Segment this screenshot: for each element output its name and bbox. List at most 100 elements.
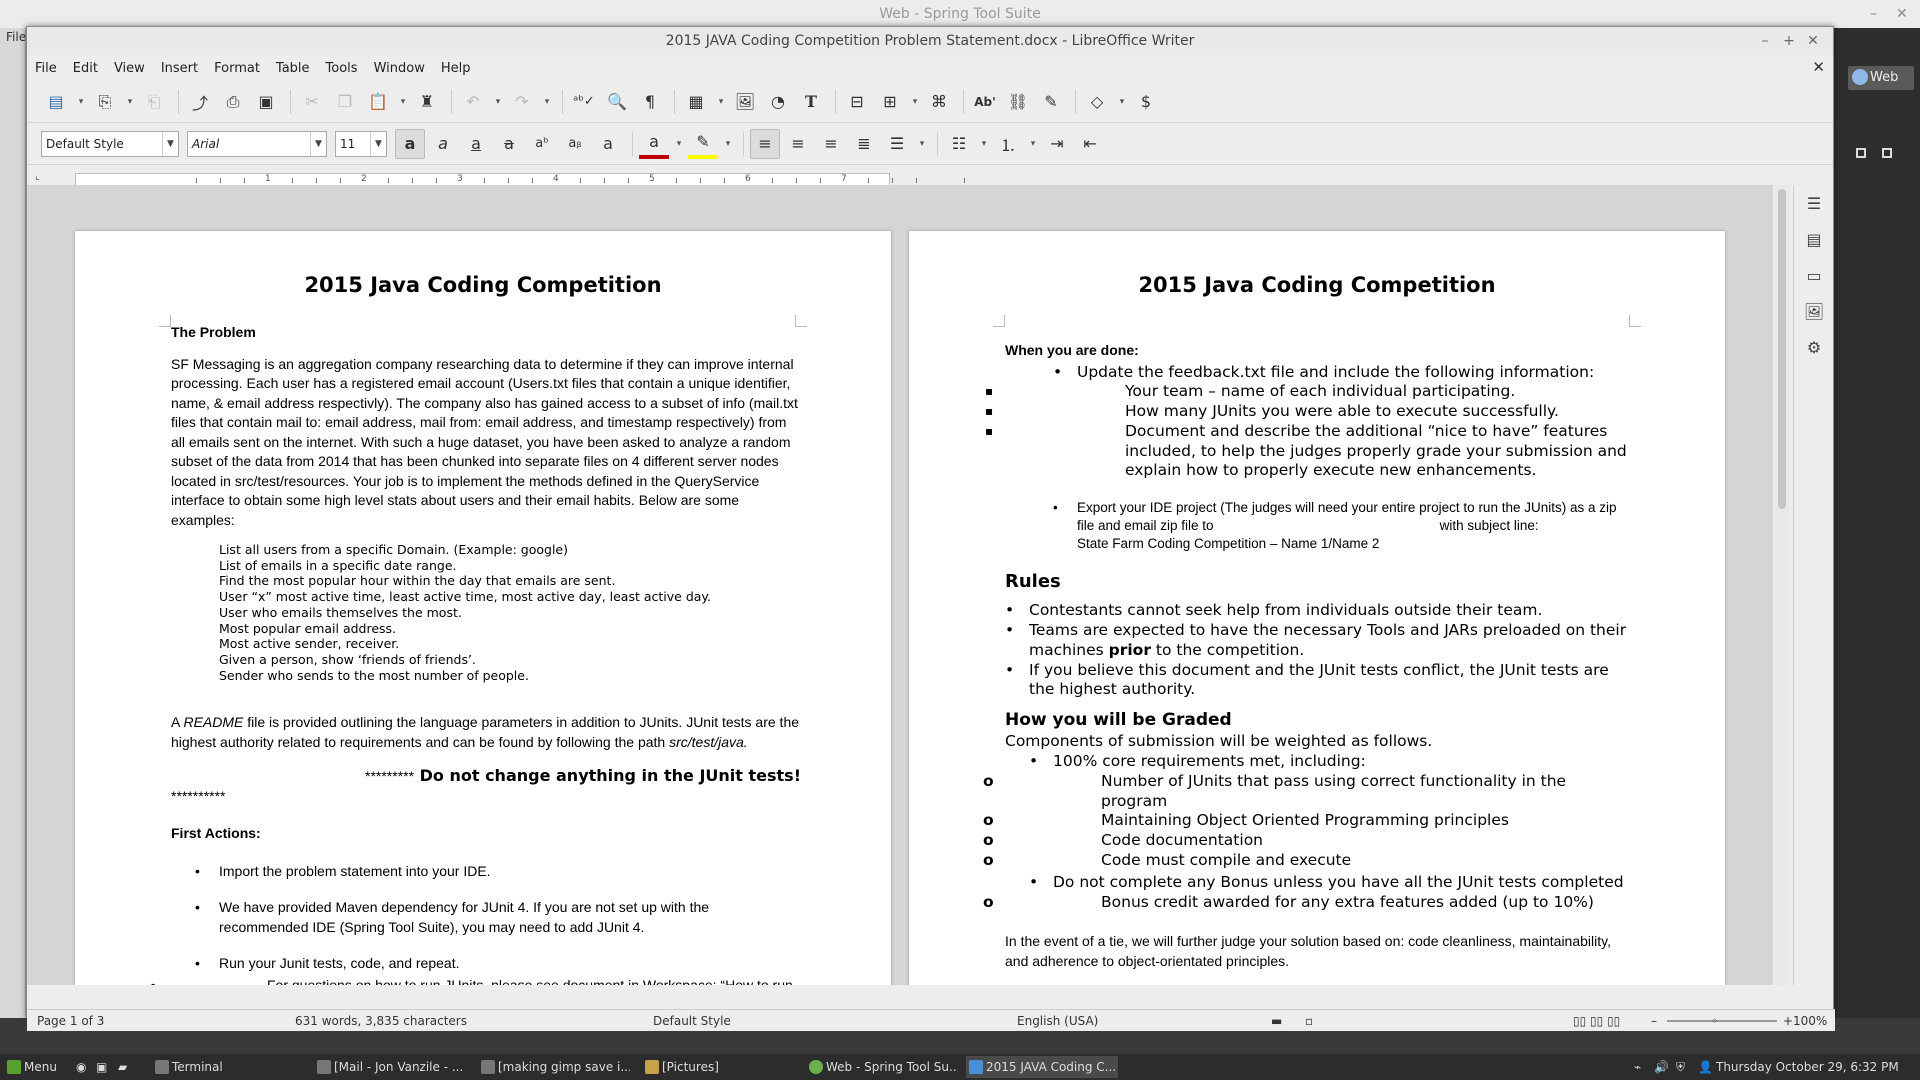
clone-icon[interactable]: ♜ xyxy=(412,87,442,117)
menu-help[interactable]: Help xyxy=(441,61,471,76)
undo-dropdown-icon[interactable]: ▾ xyxy=(491,87,505,117)
numbering-icon[interactable]: ⒈ xyxy=(993,129,1023,159)
taskbar-item-sts[interactable]: Web - Spring Tool Su... xyxy=(806,1056,958,1078)
zoom-out-icon[interactable]: – xyxy=(1651,1014,1657,1028)
web-perspective-button[interactable]: Web xyxy=(1848,66,1914,90)
find-icon[interactable]: 🔍 xyxy=(602,87,632,117)
clock[interactable]: Thursday October 29, 6:32 PM xyxy=(1716,1056,1916,1078)
font-color-icon[interactable]: a xyxy=(639,129,669,159)
new-icon[interactable]: ▤ xyxy=(41,87,71,117)
bg-maximize-view-icon[interactable] xyxy=(1882,148,1892,158)
shapes-icon[interactable]: ◇ xyxy=(1082,87,1112,117)
formatting-marks-icon[interactable]: ¶ xyxy=(635,87,665,117)
zoom-slider[interactable] xyxy=(1667,1020,1777,1022)
bg-close-icon[interactable]: ✕ xyxy=(1896,0,1908,28)
view-layout-icons[interactable]: ▯▯ ▯▯ ▯▯ xyxy=(1573,1014,1620,1028)
table-dropdown-icon[interactable]: ▾ xyxy=(714,87,728,117)
undo-icon[interactable]: ↶ xyxy=(458,87,488,117)
page-style[interactable]: Default Style xyxy=(653,1014,731,1028)
user-icon[interactable]: 👤 xyxy=(1698,1056,1718,1078)
field-dropdown-icon[interactable]: ▾ xyxy=(908,87,922,117)
export-pdf-icon[interactable]: ⤴ xyxy=(185,87,215,117)
justify-icon[interactable]: ≣ xyxy=(849,129,879,159)
align-left-icon[interactable]: ≡ xyxy=(750,128,780,159)
properties-icon[interactable]: ▤ xyxy=(1794,221,1834,257)
menu-view[interactable]: View xyxy=(114,61,145,76)
close-icon[interactable]: ✕ xyxy=(1803,27,1823,55)
bold-icon[interactable]: a xyxy=(395,128,425,159)
paragraph-style-combo[interactable]: Default Style ▼ xyxy=(41,130,179,157)
font-color-dropdown-icon[interactable]: ▾ xyxy=(672,129,686,159)
language[interactable]: English (USA) xyxy=(1017,1014,1098,1028)
zoom-level[interactable]: 100% xyxy=(1793,1014,1827,1028)
copy-icon[interactable]: ❐ xyxy=(330,87,360,117)
bg-minimize-view-icon[interactable] xyxy=(1856,148,1866,158)
menu-window[interactable]: Window xyxy=(374,61,425,76)
chart-icon[interactable]: ◔ xyxy=(763,87,793,117)
decrease-indent-icon[interactable]: ⇤ xyxy=(1075,129,1105,159)
taskbar-item-gimp[interactable]: [making gimp save i... xyxy=(478,1056,630,1078)
hyperlink-icon[interactable]: ⛓ xyxy=(1003,87,1033,117)
shadow-icon[interactable]: a xyxy=(593,129,623,159)
bullets-icon[interactable]: ☷ xyxy=(944,129,974,159)
highlight-dropdown-icon[interactable]: ▾ xyxy=(721,129,735,159)
special-char-icon[interactable]: ⌘ xyxy=(924,87,954,117)
scroll-thumb[interactable] xyxy=(1778,189,1786,509)
open-icon[interactable]: ⎘ xyxy=(90,87,120,117)
table-icon[interactable]: ▦ xyxy=(681,87,711,117)
font-name-combo[interactable]: Arial ▼ xyxy=(187,130,327,157)
navigator-icon[interactable]: ⚙ xyxy=(1794,329,1834,365)
numbering-dropdown-icon[interactable]: ▾ xyxy=(1026,129,1040,159)
textbox-icon[interactable]: T xyxy=(796,87,826,117)
page-break-icon[interactable]: ⊟ xyxy=(842,87,872,117)
page-1[interactable]: 2015 Java Coding Competition The Problem… xyxy=(75,231,891,985)
firefox-icon[interactable]: ◉ xyxy=(76,1056,96,1078)
selection-mode-icon[interactable]: ▬ xyxy=(1271,1014,1282,1028)
taskbar-item-writer[interactable]: 2015 JAVA Coding C... xyxy=(966,1056,1118,1078)
shapes-dropdown-icon[interactable]: ▾ xyxy=(1115,87,1129,117)
taskbar-item-terminal[interactable]: Terminal xyxy=(152,1056,304,1078)
menu-format[interactable]: Format xyxy=(214,61,260,76)
redo-icon[interactable]: ↷ xyxy=(507,87,537,117)
paste-dropdown-icon[interactable]: ▾ xyxy=(396,87,410,117)
print-preview-icon[interactable]: ▣ xyxy=(251,87,281,117)
page1-body[interactable]: The Problem SF Messaging is an aggregati… xyxy=(171,323,801,985)
redo-dropdown-icon[interactable]: ▾ xyxy=(540,87,554,117)
cut-icon[interactable]: ✂ xyxy=(297,87,327,117)
taskbar-item-pictures[interactable]: [Pictures] xyxy=(642,1056,794,1078)
volume-icon[interactable]: 🔊 xyxy=(1654,1056,1674,1078)
shield-icon[interactable]: ⛨ xyxy=(1676,1056,1696,1078)
word-count[interactable]: 631 words, 3,835 characters xyxy=(295,1014,467,1028)
styles-icon[interactable]: ▭ xyxy=(1794,257,1834,293)
chevron-down-icon[interactable]: ▼ xyxy=(310,131,326,156)
terminal-launcher-icon[interactable]: ▣ xyxy=(96,1056,116,1078)
superscript-icon[interactable]: aᵇ xyxy=(527,129,557,159)
vertical-scrollbar[interactable] xyxy=(1775,185,1789,985)
underline-icon[interactable]: a xyxy=(461,129,491,159)
start-menu-button[interactable]: Menu xyxy=(4,1056,68,1078)
align-right-icon[interactable]: ≡ xyxy=(816,129,846,159)
menu-file[interactable]: File xyxy=(35,61,57,76)
autocorrect-icon[interactable]: Ab' xyxy=(970,87,1000,117)
image-icon[interactable]: 🖼 xyxy=(730,87,760,117)
page-count[interactable]: Page 1 of 3 xyxy=(37,1014,104,1028)
line-spacing-dropdown-icon[interactable]: ▾ xyxy=(915,129,929,159)
sidebar-menu-icon[interactable]: ☰ xyxy=(1794,185,1834,221)
menu-table[interactable]: Table xyxy=(276,61,310,76)
chevron-down-icon[interactable]: ▼ xyxy=(162,131,178,156)
bg-file-menu[interactable]: File xyxy=(6,30,26,44)
field-icon[interactable]: ⊞ xyxy=(875,87,905,117)
maximize-icon[interactable]: + xyxy=(1779,27,1799,55)
line-spacing-icon[interactable]: ☰ xyxy=(882,129,912,159)
spellcheck-icon[interactable]: ᵃᵇ✓ xyxy=(569,87,599,117)
print-icon[interactable]: ⎙ xyxy=(218,87,248,117)
font-size-combo[interactable]: 11 ▼ xyxy=(335,130,387,157)
italic-icon[interactable]: a xyxy=(428,129,458,159)
new-dropdown-icon[interactable]: ▾ xyxy=(74,87,88,117)
network-icon[interactable]: ⌁ xyxy=(1634,1056,1654,1078)
paste-icon[interactable]: 📋 xyxy=(363,87,393,117)
save-icon[interactable]: ⎗ xyxy=(139,87,169,117)
draw-icon[interactable]: $ xyxy=(1131,87,1161,117)
zoom-slider-handle[interactable]: ◦ xyxy=(1711,1014,1718,1028)
minimize-icon[interactable]: – xyxy=(1755,27,1775,55)
